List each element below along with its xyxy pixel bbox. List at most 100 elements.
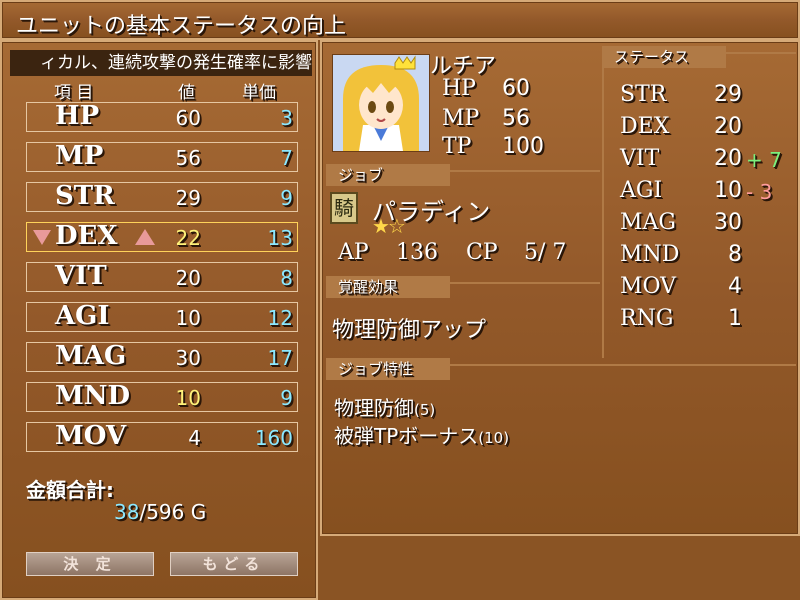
stat-value: 29 bbox=[175, 186, 201, 210]
status-name: MOV bbox=[620, 274, 677, 299]
status-name: VIT bbox=[620, 146, 660, 171]
trait-level: (5) bbox=[414, 401, 436, 419]
stat-row-dex[interactable]: DEX 22 13 bbox=[26, 221, 298, 252]
awakening-section-divider bbox=[450, 282, 600, 284]
status-section-divider bbox=[726, 52, 796, 54]
stat-name: STR bbox=[55, 181, 115, 211]
status-section-header: ステータス bbox=[602, 46, 726, 68]
ap-value: 136 bbox=[396, 240, 438, 265]
stat-name: MP bbox=[55, 141, 104, 171]
status-name: RNG bbox=[620, 306, 674, 331]
trait-level: (10) bbox=[478, 429, 510, 447]
stat-value: 22 bbox=[175, 226, 201, 250]
stat-price: 8 bbox=[280, 266, 293, 290]
cp-label: CP bbox=[466, 240, 498, 265]
stat-price: 13 bbox=[267, 226, 293, 250]
stat-row-vit[interactable]: VIT 20 8 bbox=[26, 261, 298, 292]
vertical-divider bbox=[602, 52, 604, 358]
stat-price: 160 bbox=[254, 426, 293, 450]
stat-value: 56 bbox=[175, 146, 201, 170]
job-section-header: ジョブ bbox=[326, 164, 450, 186]
stat-value: 10 bbox=[175, 306, 201, 330]
stat-price: 12 bbox=[267, 306, 293, 330]
stat-name: DEX bbox=[55, 221, 118, 251]
back-button[interactable]: もどる bbox=[170, 552, 298, 576]
trait-item: 被弾TPボーナス(10) bbox=[334, 420, 509, 449]
status-value: 29 bbox=[714, 82, 742, 107]
increase-arrow-icon[interactable] bbox=[135, 229, 155, 245]
awakening-effect: 物理防御アップ bbox=[332, 318, 487, 343]
confirm-button[interactable]: 決 定 bbox=[26, 552, 154, 576]
stat-row-hp[interactable]: HP 60 3 bbox=[26, 101, 298, 132]
status-name: MAG bbox=[620, 210, 676, 235]
stat-value: 30 bbox=[175, 346, 201, 370]
help-text-strip: ィカル、連続攻撃の発生確率に影響 bbox=[10, 50, 312, 76]
stat-value: 10 bbox=[175, 386, 201, 410]
stat-name: MND bbox=[55, 381, 131, 411]
status-modifier-plus: + 7 bbox=[746, 148, 782, 172]
title-window: ユニットの基本ステータスの向上 bbox=[0, 0, 800, 40]
status-name: AGI bbox=[620, 178, 663, 203]
total-cost-label: 金額合計: bbox=[26, 478, 114, 502]
status-value: 10 bbox=[714, 178, 742, 203]
total-cost-rest: /596 G bbox=[139, 500, 207, 524]
char-mp-value: 56 bbox=[502, 106, 530, 131]
character-portrait-icon bbox=[333, 55, 429, 151]
stat-name: MAG bbox=[55, 341, 127, 371]
cp-value: 5/ 7 bbox=[524, 240, 567, 265]
stat-row-mnd[interactable]: MND 10 9 bbox=[26, 381, 298, 412]
status-value: 30 bbox=[714, 210, 742, 235]
stat-row-mp[interactable]: MP 56 7 bbox=[26, 141, 298, 172]
stat-row-str[interactable]: STR 29 9 bbox=[26, 181, 298, 212]
stat-row-agi[interactable]: AGI 10 12 bbox=[26, 301, 298, 332]
trait-item: 物理防御(5) bbox=[334, 392, 435, 421]
decrease-arrow-icon[interactable] bbox=[33, 230, 51, 245]
window-title: ユニットの基本ステータスの向上 bbox=[16, 14, 347, 39]
help-text: ィカル、連続攻撃の発生確率に影響 bbox=[40, 53, 312, 73]
total-cost-value: 38/596 G bbox=[114, 500, 206, 524]
char-tp-label: TP bbox=[442, 134, 472, 159]
stat-name: MOV bbox=[55, 421, 127, 451]
stat-name: VIT bbox=[55, 261, 107, 291]
stat-value: 4 bbox=[188, 426, 201, 450]
char-tp-value: 100 bbox=[502, 134, 544, 159]
status-value: 8 bbox=[728, 242, 742, 267]
trait-name: 被弾TPボーナス bbox=[334, 424, 479, 448]
column-header-value: 値 bbox=[178, 83, 195, 103]
stat-value: 20 bbox=[175, 266, 201, 290]
stat-name: HP bbox=[55, 101, 100, 131]
stat-price: 9 bbox=[280, 386, 293, 410]
traits-section-header: ジョブ特性 bbox=[326, 358, 450, 380]
stat-price: 7 bbox=[280, 146, 293, 170]
stat-price: 17 bbox=[267, 346, 293, 370]
traits-section-divider bbox=[450, 364, 796, 366]
status-name: MND bbox=[620, 242, 680, 267]
status-name: STR bbox=[620, 82, 667, 107]
status-name: DEX bbox=[620, 114, 670, 139]
status-value: 4 bbox=[728, 274, 742, 299]
char-hp-value: 60 bbox=[502, 76, 530, 101]
status-modifier-minus: - 3 bbox=[746, 180, 773, 204]
awakening-section-header: 覚醒効果 bbox=[326, 276, 450, 298]
column-header-item: 項 目 bbox=[54, 83, 94, 103]
status-value: 20 bbox=[714, 114, 742, 139]
char-hp-label: HP bbox=[442, 76, 476, 101]
stat-upgrade-panel: ィカル、連続攻撃の発生確率に影響 項 目 値 単価 HP 60 3 MP 56 … bbox=[0, 40, 318, 600]
character-info-panel: ルチア HP 60 MP 56 TP 100 ジョブ 騎 パラディン ★☆ AP… bbox=[320, 40, 800, 536]
job-rank-stars: ★☆ bbox=[372, 214, 406, 238]
knight-icon: 騎 bbox=[330, 192, 358, 224]
total-cost-current: 38 bbox=[114, 500, 140, 524]
stat-price: 3 bbox=[280, 106, 293, 130]
status-value: 1 bbox=[728, 306, 742, 331]
stat-row-mag[interactable]: MAG 30 17 bbox=[26, 341, 298, 372]
stat-name: AGI bbox=[55, 301, 110, 331]
stat-value: 60 bbox=[175, 106, 201, 130]
char-mp-label: MP bbox=[442, 106, 480, 131]
stat-row-mov[interactable]: MOV 4 160 bbox=[26, 421, 298, 452]
trait-name: 物理防御 bbox=[334, 396, 414, 420]
character-portrait bbox=[332, 54, 430, 152]
status-value: 20 bbox=[714, 146, 742, 171]
stat-price: 9 bbox=[280, 186, 293, 210]
column-header-price: 単価 bbox=[242, 83, 276, 103]
ap-label: AP bbox=[338, 240, 369, 265]
